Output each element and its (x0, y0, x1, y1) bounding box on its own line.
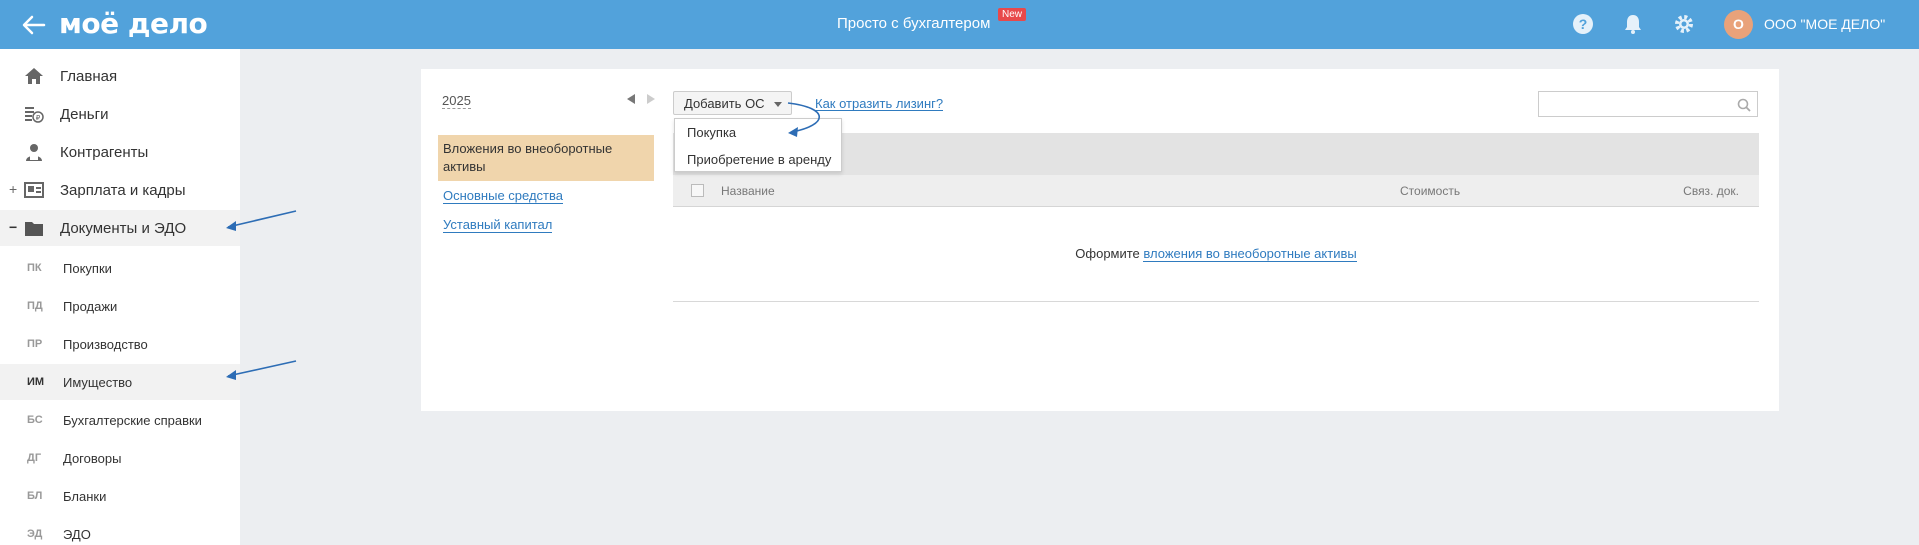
select-all-checkbox[interactable] (691, 184, 704, 197)
add-asset-dropdown: Покупка Приобретение в аренду (674, 118, 842, 172)
back-arrow-icon[interactable] (20, 11, 48, 39)
search-icon[interactable] (1737, 98, 1751, 112)
search-input[interactable] (1543, 93, 1723, 115)
folder-icon (25, 222, 43, 236)
svg-text:?: ? (1579, 16, 1588, 32)
sidebar-subitem-edo[interactable]: ЭД ЭДО (0, 516, 240, 545)
sidebar-item-label: Главная (60, 68, 118, 85)
home-icon (25, 68, 43, 84)
subitem-label: Производство (63, 337, 148, 352)
year-selector[interactable]: 2025 (442, 93, 471, 109)
subitem-abbr: ПР (27, 338, 43, 350)
next-year-icon[interactable] (647, 94, 655, 104)
add-fixed-asset-button[interactable]: Добавить ОС (673, 91, 792, 115)
subitem-abbr: БЛ (27, 490, 43, 502)
caret-down-icon (774, 102, 782, 107)
salary-icon (24, 182, 44, 198)
subitem-abbr: БС (27, 414, 43, 426)
category-fixed-assets[interactable]: Основные средства (443, 189, 563, 204)
subitem-label: Продажи (63, 299, 118, 314)
promo-link[interactable]: Просто с бухгалтером (837, 15, 990, 32)
leasing-help-link[interactable]: Как отразить лизинг? (815, 97, 944, 111)
search-field[interactable] (1538, 91, 1758, 117)
sidebar-subitem-accounting-notes[interactable]: БС Бухгалтерские справки (0, 402, 240, 438)
table-bottom-divider (673, 301, 1759, 302)
subitem-abbr: ПК (27, 262, 42, 274)
sidebar-item-label: Контрагенты (60, 144, 149, 161)
sidebar-item-documents[interactable]: − Документы и ЭДО (0, 210, 240, 246)
prev-year-icon[interactable] (627, 94, 635, 104)
subitem-abbr: ПД (27, 300, 43, 312)
table-header: Название Стоимость Связ. док. (673, 175, 1759, 207)
top-header: моё дело Просто с бухгалтером New ? О ОО… (0, 0, 1919, 49)
dropdown-item-purchase[interactable]: Покупка (687, 125, 736, 140)
subitem-label: Договоры (63, 451, 122, 466)
subitem-label: Бланки (63, 489, 107, 504)
collapse-icon[interactable]: − (9, 219, 17, 235)
column-name[interactable]: Название (721, 184, 775, 198)
contractors-icon (26, 144, 42, 161)
subitem-label: ЭДО (63, 527, 91, 542)
sidebar-subitem-sales[interactable]: ПД Продажи (0, 288, 240, 324)
subitem-label: Бухгалтерские справки (63, 413, 202, 428)
subitem-abbr: ИМ (27, 376, 45, 388)
sidebar: Главная ₽ Деньги Контрагенты + Зарплата … (0, 49, 240, 545)
logo[interactable]: моё дело (59, 7, 208, 40)
help-icon[interactable]: ? (1572, 13, 1594, 35)
empty-state-prefix: Оформите (1075, 246, 1140, 261)
sidebar-item-contractors[interactable]: Контрагенты (0, 134, 240, 170)
new-badge: New (998, 8, 1027, 21)
column-linked-docs[interactable]: Связ. док. (1683, 184, 1739, 198)
sidebar-item-salary[interactable]: + Зарплата и кадры (0, 172, 240, 208)
sidebar-item-label: Документы и ЭДО (60, 220, 187, 237)
expand-icon[interactable]: + (9, 181, 17, 197)
add-button-label: Добавить ОС (684, 96, 765, 111)
sidebar-item-label: Зарплата и кадры (60, 182, 186, 199)
sidebar-item-money[interactable]: ₽ Деньги (0, 96, 240, 132)
gear-icon[interactable] (1673, 13, 1695, 35)
subitem-abbr: ДГ (27, 452, 42, 464)
empty-state-message: Оформите вложения во внеоборотные активы (673, 246, 1759, 262)
sidebar-subitem-forms[interactable]: БЛ Бланки (0, 478, 240, 514)
subitem-label: Покупки (63, 261, 112, 276)
money-icon: ₽ (25, 107, 44, 123)
column-cost[interactable]: Стоимость (1400, 184, 1460, 198)
main-panel: 2025 Вложения во внеоборотные активы Осн… (421, 69, 1779, 411)
sidebar-subitem-production[interactable]: ПР Производство (0, 326, 240, 362)
empty-state-link[interactable]: вложения во внеоборотные активы (1143, 246, 1357, 262)
org-name[interactable]: ООО "МОЕ ДЕЛО" (1764, 16, 1885, 32)
svg-text:₽: ₽ (36, 114, 41, 122)
dropdown-item-lease[interactable]: Приобретение в аренду (687, 152, 831, 167)
bell-icon[interactable] (1622, 13, 1644, 35)
category-noncurrent-investments[interactable]: Вложения во внеоборотные активы (438, 135, 654, 181)
sidebar-subitem-property[interactable]: ИМ Имущество (0, 364, 240, 400)
avatar[interactable]: О (1724, 10, 1753, 39)
category-authorized-capital[interactable]: Уставный капитал (443, 218, 553, 233)
subitem-label: Имущество (63, 375, 133, 390)
sidebar-item-label: Деньги (60, 106, 109, 123)
sidebar-item-home[interactable]: Главная (0, 58, 240, 94)
sidebar-subitem-purchases[interactable]: ПК Покупки (0, 250, 240, 286)
subitem-abbr: ЭД (27, 528, 43, 540)
sidebar-subitem-contracts[interactable]: ДГ Договоры (0, 440, 240, 476)
